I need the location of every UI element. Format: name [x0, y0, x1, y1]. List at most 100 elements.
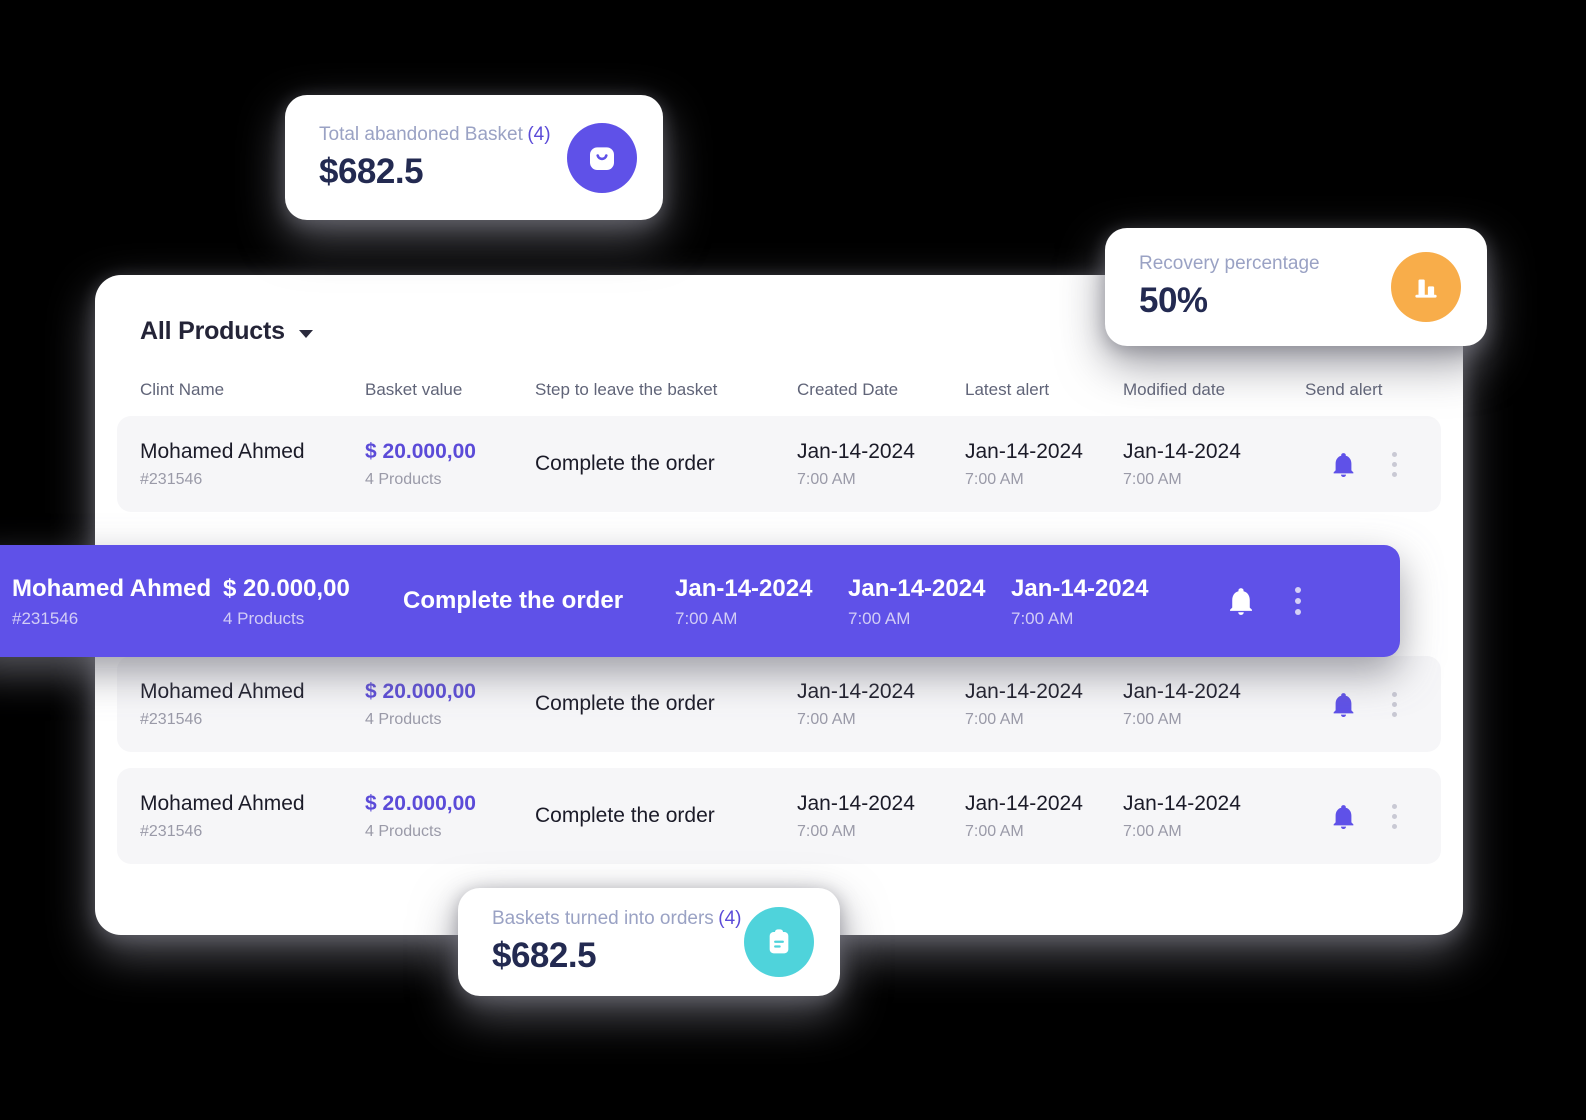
bell-icon[interactable] — [1331, 691, 1356, 718]
stat-text-block: Baskets turned into orders (4) $682.5 — [492, 908, 741, 976]
step-text: Complete the order — [535, 691, 715, 715]
stat-value: $682.5 — [319, 151, 424, 191]
created-date: Jan-14-2024 — [797, 440, 915, 464]
modified-date: Jan-14-2024 — [1123, 680, 1241, 704]
client-name: Mohamed Ahmed — [140, 680, 305, 704]
modified-time: 7:00 AM — [1123, 822, 1182, 840]
more-vertical-icon[interactable] — [1295, 587, 1301, 615]
latest-alert-date: Jan-14-2024 — [965, 440, 1083, 464]
column-header-step: Step to leave the basket — [535, 380, 718, 399]
cell-client: Mohamed Ahmed #231546 — [140, 679, 365, 728]
cell-step: Complete the order — [535, 691, 797, 717]
cell-client: Mohamed Ahmed #231546 — [140, 791, 365, 840]
cell-send-alert — [1305, 451, 1445, 478]
bell-icon[interactable] — [1331, 451, 1356, 478]
client-id: #231546 — [12, 608, 79, 628]
client-name: Mohamed Ahmed — [140, 440, 305, 464]
products-count: 4 Products — [365, 822, 442, 840]
cell-step: Complete the order — [535, 803, 797, 829]
stat-label-row: Baskets turned into orders (4) — [492, 908, 741, 930]
table-row[interactable]: Mohamed Ahmed #231546 $ 20.000,00 4 Prod… — [117, 768, 1441, 864]
page-title: All Products — [140, 317, 285, 345]
created-date: Jan-14-2024 — [675, 574, 813, 602]
modified-time: 7:00 AM — [1011, 608, 1074, 628]
cell-modified-date: Jan-14-2024 7:00 AM — [1123, 679, 1305, 728]
cell-created-date: Jan-14-2024 7:00 AM — [797, 791, 965, 840]
latest-alert-time: 7:00 AM — [848, 608, 911, 628]
column-header-created-date: Created Date — [797, 380, 899, 399]
modified-time: 7:00 AM — [1123, 470, 1182, 488]
cell-step: Complete the order — [403, 586, 675, 616]
stat-value: $682.5 — [492, 936, 597, 975]
cell-basket-value: $ 20.000,00 4 Products — [365, 791, 535, 840]
more-vertical-icon[interactable] — [1392, 691, 1397, 717]
created-date: Jan-14-2024 — [797, 792, 915, 816]
stat-card-abandoned-basket: Total abandoned Basket (4) $682.5 — [285, 95, 663, 220]
stat-card-baskets-into-orders: Baskets turned into orders (4) $682.5 — [458, 888, 840, 996]
cell-latest-alert: Jan-14-2024 7:00 AM — [848, 574, 1011, 629]
client-name: Mohamed Ahmed — [140, 792, 305, 816]
stat-label-row: Total abandoned Basket (4) — [319, 124, 551, 146]
client-name: Mohamed Ahmed — [12, 574, 212, 602]
column-header-basket-value: Basket value — [365, 380, 463, 399]
step-text: Complete the order — [535, 803, 715, 827]
basket-value: $ 20.000,00 — [365, 440, 476, 464]
basket-value: $ 20.000,00 — [365, 680, 476, 704]
table-row-selected[interactable]: Mohamed Ahmed #231546 $ 20.000,00 4 Prod… — [0, 545, 1400, 657]
column-header-latest-alert: Latest alert — [965, 380, 1050, 399]
cell-modified-date: Jan-14-2024 7:00 AM — [1011, 574, 1197, 629]
cell-client: Mohamed Ahmed #231546 — [0, 574, 223, 629]
latest-alert-time: 7:00 AM — [965, 470, 1024, 488]
cell-latest-alert: Jan-14-2024 7:00 AM — [965, 791, 1123, 840]
stat-label: Recovery percentage — [1139, 253, 1320, 274]
created-time: 7:00 AM — [797, 470, 856, 488]
modified-time: 7:00 AM — [1123, 710, 1182, 728]
cell-step: Complete the order — [535, 451, 797, 477]
cell-send-alert — [1305, 803, 1445, 830]
products-count: 4 Products — [365, 710, 442, 728]
latest-alert-time: 7:00 AM — [965, 822, 1024, 840]
chevron-down-icon[interactable] — [298, 329, 313, 338]
cell-send-alert — [1197, 586, 1337, 616]
stat-label: Baskets turned into orders — [492, 908, 714, 929]
created-time: 7:00 AM — [675, 608, 738, 628]
basket-value: $ 20.000,00 — [365, 792, 476, 816]
basket-value: $ 20.000,00 — [223, 574, 350, 602]
modified-date: Jan-14-2024 — [1011, 574, 1149, 602]
step-text: Complete the order — [403, 587, 624, 614]
latest-alert-date: Jan-14-2024 — [848, 574, 986, 602]
created-time: 7:00 AM — [797, 710, 856, 728]
cell-latest-alert: Jan-14-2024 7:00 AM — [965, 439, 1123, 488]
stat-label: Total abandoned Basket — [319, 123, 523, 145]
stat-card-recovery-percentage: Recovery percentage 50% — [1105, 228, 1487, 346]
cell-client: Mohamed Ahmed #231546 — [140, 439, 365, 488]
more-vertical-icon[interactable] — [1392, 803, 1397, 829]
column-header-send-alert: Send alert — [1305, 380, 1383, 399]
bell-icon[interactable] — [1331, 803, 1356, 830]
bar-chart-icon — [1391, 252, 1461, 322]
stat-text-block: Recovery percentage 50% — [1139, 253, 1320, 321]
cell-created-date: Jan-14-2024 7:00 AM — [797, 679, 965, 728]
cell-modified-date: Jan-14-2024 7:00 AM — [1123, 791, 1305, 840]
cell-created-date: Jan-14-2024 7:00 AM — [675, 574, 848, 629]
latest-alert-date: Jan-14-2024 — [965, 792, 1083, 816]
column-header-modified-date: Modified date — [1123, 380, 1226, 399]
bell-icon[interactable] — [1227, 586, 1255, 616]
cell-send-alert — [1305, 691, 1445, 718]
cell-basket-value: $ 20.000,00 4 Products — [365, 439, 535, 488]
table-row[interactable]: Mohamed Ahmed #231546 $ 20.000,00 4 Prod… — [117, 416, 1441, 512]
products-count: 4 Products — [365, 470, 442, 488]
more-vertical-icon[interactable] — [1392, 451, 1397, 477]
table-header-row: Clint Name Basket value Step to leave th… — [117, 380, 1441, 400]
table-row[interactable]: Mohamed Ahmed #231546 $ 20.000,00 4 Prod… — [117, 656, 1441, 752]
cell-basket-value: $ 20.000,00 4 Products — [365, 679, 535, 728]
shopping-bag-icon — [567, 122, 637, 193]
stat-count: (4) — [718, 908, 742, 929]
client-id: #231546 — [140, 822, 203, 840]
stat-count: (4) — [527, 123, 551, 145]
cell-basket-value: $ 20.000,00 4 Products — [223, 574, 403, 629]
screen: All Products Clint Name Basket value Ste… — [0, 0, 1586, 1120]
client-id: #231546 — [140, 470, 203, 488]
cell-modified-date: Jan-14-2024 7:00 AM — [1123, 439, 1305, 488]
latest-alert-time: 7:00 AM — [965, 710, 1024, 728]
